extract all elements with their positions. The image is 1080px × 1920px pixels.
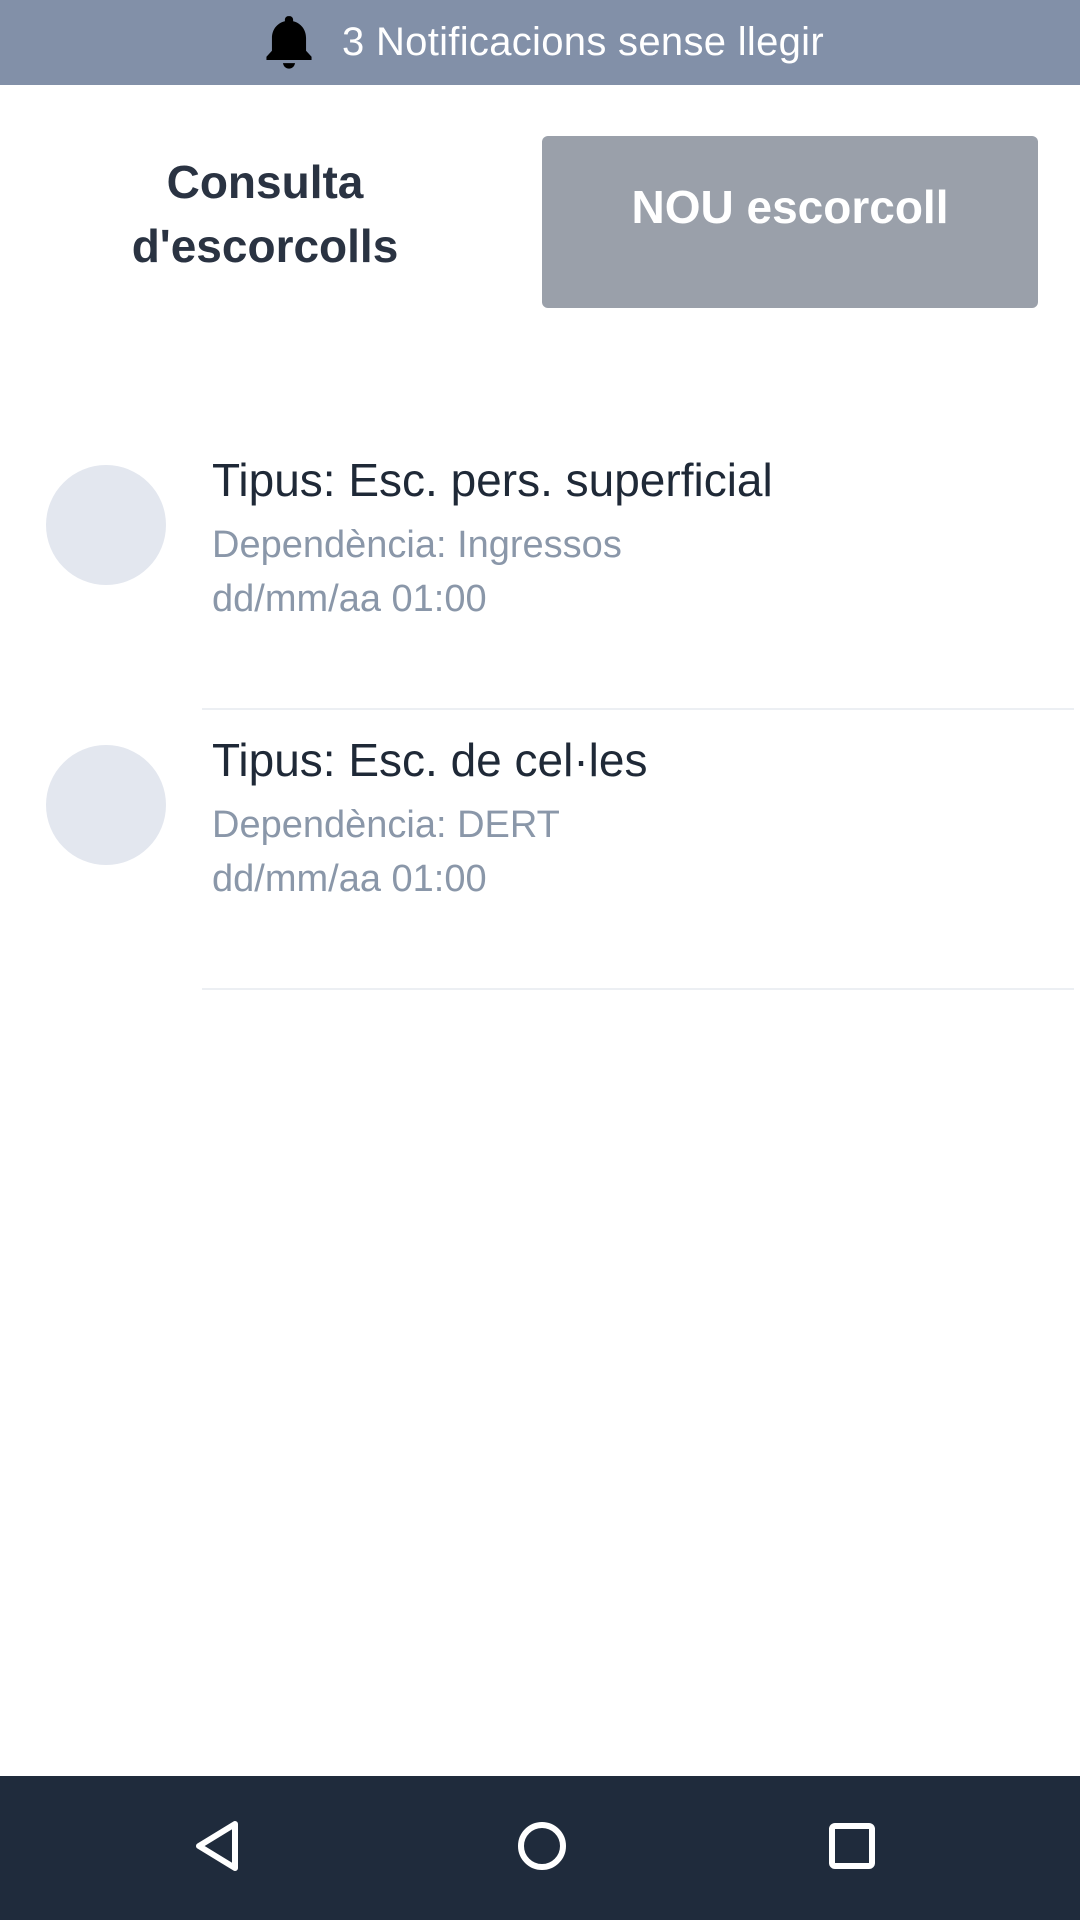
home-button[interactable]	[482, 1776, 602, 1920]
list-item-date: dd/mm/aa 01:00	[212, 858, 487, 900]
list-item[interactable]: Tipus: Esc. de cel·les Dependència: DERT…	[0, 710, 1080, 990]
notification-banner[interactable]: 3 Notificacions sense llegir	[0, 0, 1080, 85]
notification-content: 3 Notificacions sense llegir	[256, 10, 824, 76]
back-button[interactable]	[157, 1776, 277, 1920]
divider	[202, 988, 1074, 990]
page-title-line-2: d'escorcolls	[131, 220, 399, 272]
avatar	[46, 745, 166, 865]
list-item-dependency: Dependència: DERT	[212, 804, 560, 846]
new-search-button[interactable]: NOU escorcoll	[542, 136, 1038, 308]
system-navigation-bar	[0, 1776, 1080, 1920]
bell-icon	[256, 10, 322, 76]
avatar	[46, 465, 166, 585]
page-title-line-1: Consulta	[166, 156, 364, 208]
back-triangle-icon	[187, 1816, 247, 1881]
list-item-date: dd/mm/aa 01:00	[212, 578, 487, 620]
list-item-text: Tipus: Esc. de cel·les Dependència: DERT…	[212, 732, 647, 906]
list-item-text: Tipus: Esc. pers. superficial Dependènci…	[212, 452, 773, 626]
new-search-button-label: NOU escorcoll	[631, 181, 949, 233]
list-item-title: Tipus: Esc. de cel·les	[212, 734, 648, 786]
page-title: Consulta d'escorcolls	[80, 150, 450, 278]
search-list: Tipus: Esc. pers. superficial Dependènci…	[0, 430, 1080, 990]
list-item-dependency: Dependència: Ingressos	[212, 524, 622, 566]
recents-square-icon	[822, 1816, 882, 1881]
recents-button[interactable]	[792, 1776, 912, 1920]
list-item-title: Tipus: Esc. pers. superficial	[212, 454, 773, 506]
notification-text: 3 Notificacions sense llegir	[342, 20, 824, 64]
home-circle-icon	[512, 1816, 572, 1881]
list-item[interactable]: Tipus: Esc. pers. superficial Dependènci…	[0, 430, 1080, 710]
